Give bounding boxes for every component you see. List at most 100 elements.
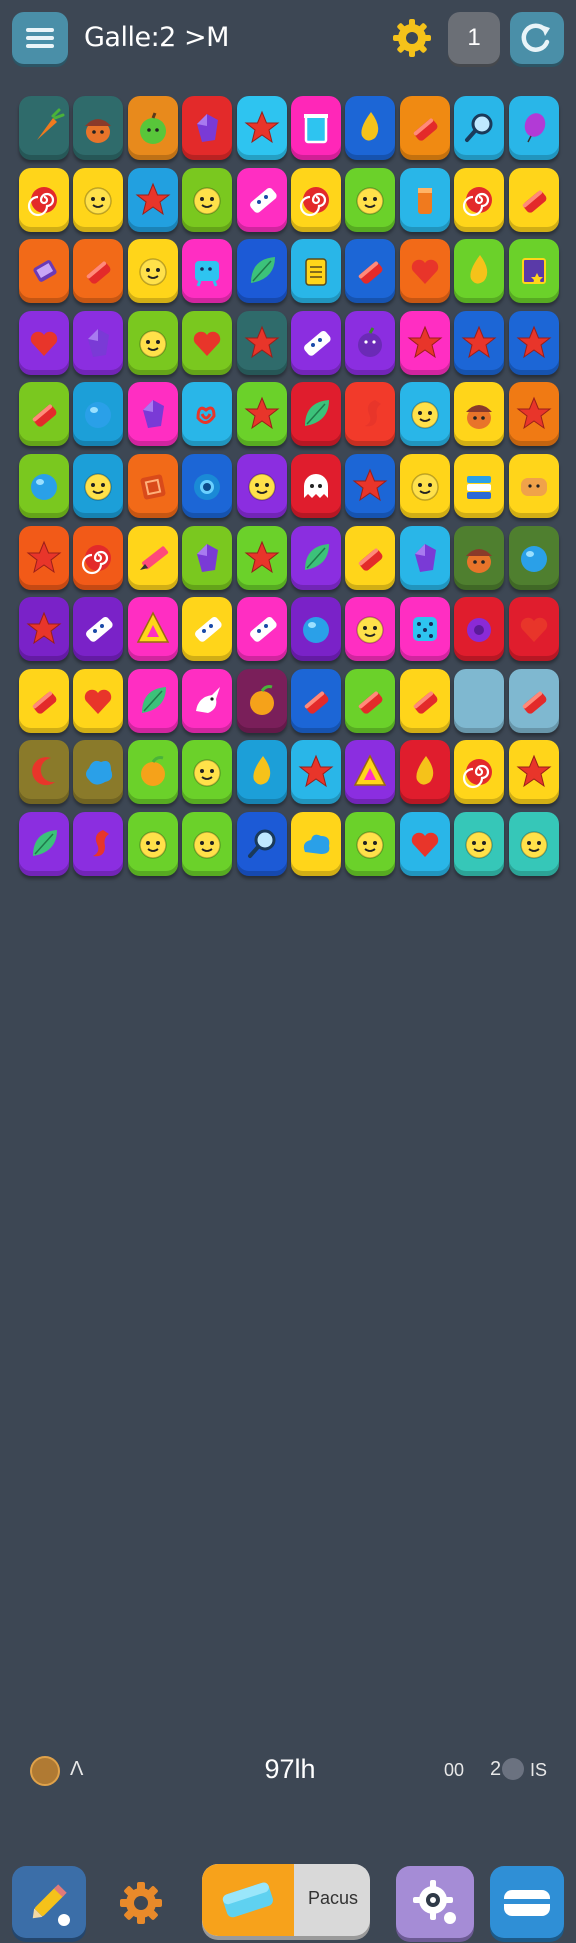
tile-star[interactable] — [236, 525, 287, 590]
tile-drop[interactable] — [345, 96, 396, 160]
gear-icon[interactable] — [116, 1878, 166, 1928]
tile-unicorn[interactable] — [182, 668, 233, 733]
tile-candy[interactable] — [345, 668, 396, 733]
tile-swirl[interactable] — [19, 167, 69, 232]
tile-star[interactable] — [508, 382, 559, 447]
tile-leaf[interactable] — [291, 382, 341, 447]
tile-face[interactable] — [345, 597, 396, 662]
tile-star[interactable] — [345, 454, 396, 518]
wallet-button[interactable] — [490, 1866, 564, 1938]
tile-face[interactable] — [345, 812, 396, 876]
tile-heart[interactable] — [508, 597, 559, 662]
tile-triangle[interactable] — [345, 740, 396, 805]
tile-face[interactable] — [127, 812, 178, 876]
tile-swirl[interactable] — [454, 740, 505, 805]
tile-cup[interactable] — [291, 96, 341, 160]
tile-star[interactable] — [399, 310, 450, 375]
tile-star[interactable] — [291, 740, 341, 805]
tile-bandage[interactable] — [291, 310, 341, 375]
tile-donut[interactable] — [182, 454, 233, 518]
tile-splat[interactable] — [73, 740, 124, 805]
tile-candy[interactable] — [73, 239, 124, 304]
tile-star[interactable] — [127, 167, 178, 232]
tile-swirl[interactable] — [454, 167, 505, 232]
tile-bandage[interactable] — [73, 597, 124, 662]
tile-swirl[interactable] — [291, 167, 341, 232]
tile-heart[interactable] — [399, 239, 450, 304]
tile-face[interactable] — [127, 310, 178, 375]
tile-roll[interactable] — [399, 167, 450, 232]
tile-acorn[interactable] — [454, 525, 505, 590]
tile-leaf[interactable] — [291, 525, 341, 590]
tile-magnifier[interactable] — [454, 96, 505, 160]
tile-seahorse[interactable] — [345, 382, 396, 447]
tile-ball[interactable] — [291, 597, 341, 662]
tile-candy[interactable] — [399, 96, 450, 160]
tile-acorn[interactable] — [454, 382, 505, 447]
tile-fruit[interactable] — [236, 668, 287, 733]
tile-star[interactable] — [236, 382, 287, 447]
tile-face[interactable] — [182, 740, 233, 805]
tile-leaf[interactable] — [127, 668, 178, 733]
tile-cube[interactable] — [127, 454, 178, 518]
tile-face[interactable] — [399, 382, 450, 447]
tile-heart[interactable] — [182, 310, 233, 375]
tile-candy[interactable] — [19, 382, 69, 447]
tile-candy[interactable] — [508, 668, 559, 733]
tile-face[interactable] — [73, 167, 124, 232]
tile-screen[interactable] — [182, 239, 233, 304]
tile-pen[interactable] — [127, 525, 178, 590]
tile-drop[interactable] — [454, 239, 505, 304]
tile-apple[interactable] — [127, 96, 178, 160]
tile-star[interactable] — [454, 310, 505, 375]
tile-swirl[interactable] — [73, 525, 124, 590]
tile-gem[interactable] — [182, 525, 233, 590]
tile-star[interactable] — [19, 597, 69, 662]
tile-face[interactable] — [182, 167, 233, 232]
tile-gem[interactable] — [182, 96, 233, 160]
tile-gem[interactable] — [73, 310, 124, 375]
settings-button[interactable] — [396, 1866, 474, 1938]
tile-face[interactable] — [73, 454, 124, 518]
tile-balloon[interactable] — [508, 96, 559, 160]
tile-face[interactable] — [508, 812, 559, 876]
tile-heart[interactable] — [73, 668, 124, 733]
tile-star[interactable] — [236, 310, 287, 375]
tile-face[interactable] — [345, 167, 396, 232]
tile-bread[interactable] — [508, 454, 559, 518]
tile-ball[interactable] — [19, 454, 69, 518]
tile-star[interactable] — [19, 525, 69, 590]
tile-candy[interactable] — [345, 239, 396, 304]
tile-phone[interactable] — [19, 239, 69, 304]
tile-berry[interactable] — [345, 310, 396, 375]
tile-candy[interactable] — [291, 668, 341, 733]
tile-magnifier[interactable] — [236, 812, 287, 876]
tile-gear[interactable] — [454, 597, 505, 662]
tile-bandage[interactable] — [236, 167, 287, 232]
tile-lolly[interactable] — [454, 668, 505, 733]
tile-gem[interactable] — [399, 525, 450, 590]
play-button[interactable]: Pacus — [202, 1864, 370, 1936]
tile-ghost[interactable] — [291, 454, 341, 518]
tile-cloud[interactable] — [291, 812, 341, 876]
tile-candy[interactable] — [345, 525, 396, 590]
tile-pretzel[interactable] — [182, 382, 233, 447]
tile-bandage[interactable] — [182, 597, 233, 662]
tile-drop[interactable] — [236, 740, 287, 805]
tile-face[interactable] — [127, 239, 178, 304]
tile-notepad[interactable] — [291, 239, 341, 304]
tile-candy[interactable] — [399, 668, 450, 733]
tile-books[interactable] — [454, 454, 505, 518]
tile-ball[interactable] — [508, 525, 559, 590]
tile-frame[interactable] — [508, 239, 559, 304]
tile-gem[interactable] — [127, 382, 178, 447]
tile-face[interactable] — [399, 454, 450, 518]
tile-moon[interactable] — [19, 740, 69, 805]
tile-acorn[interactable] — [73, 96, 124, 160]
tile-carrot[interactable] — [19, 96, 69, 160]
tile-triangle[interactable] — [127, 597, 178, 662]
tile-drop[interactable] — [399, 740, 450, 805]
tile-face[interactable] — [236, 454, 287, 518]
tile-star[interactable] — [508, 740, 559, 805]
tile-candy[interactable] — [508, 167, 559, 232]
